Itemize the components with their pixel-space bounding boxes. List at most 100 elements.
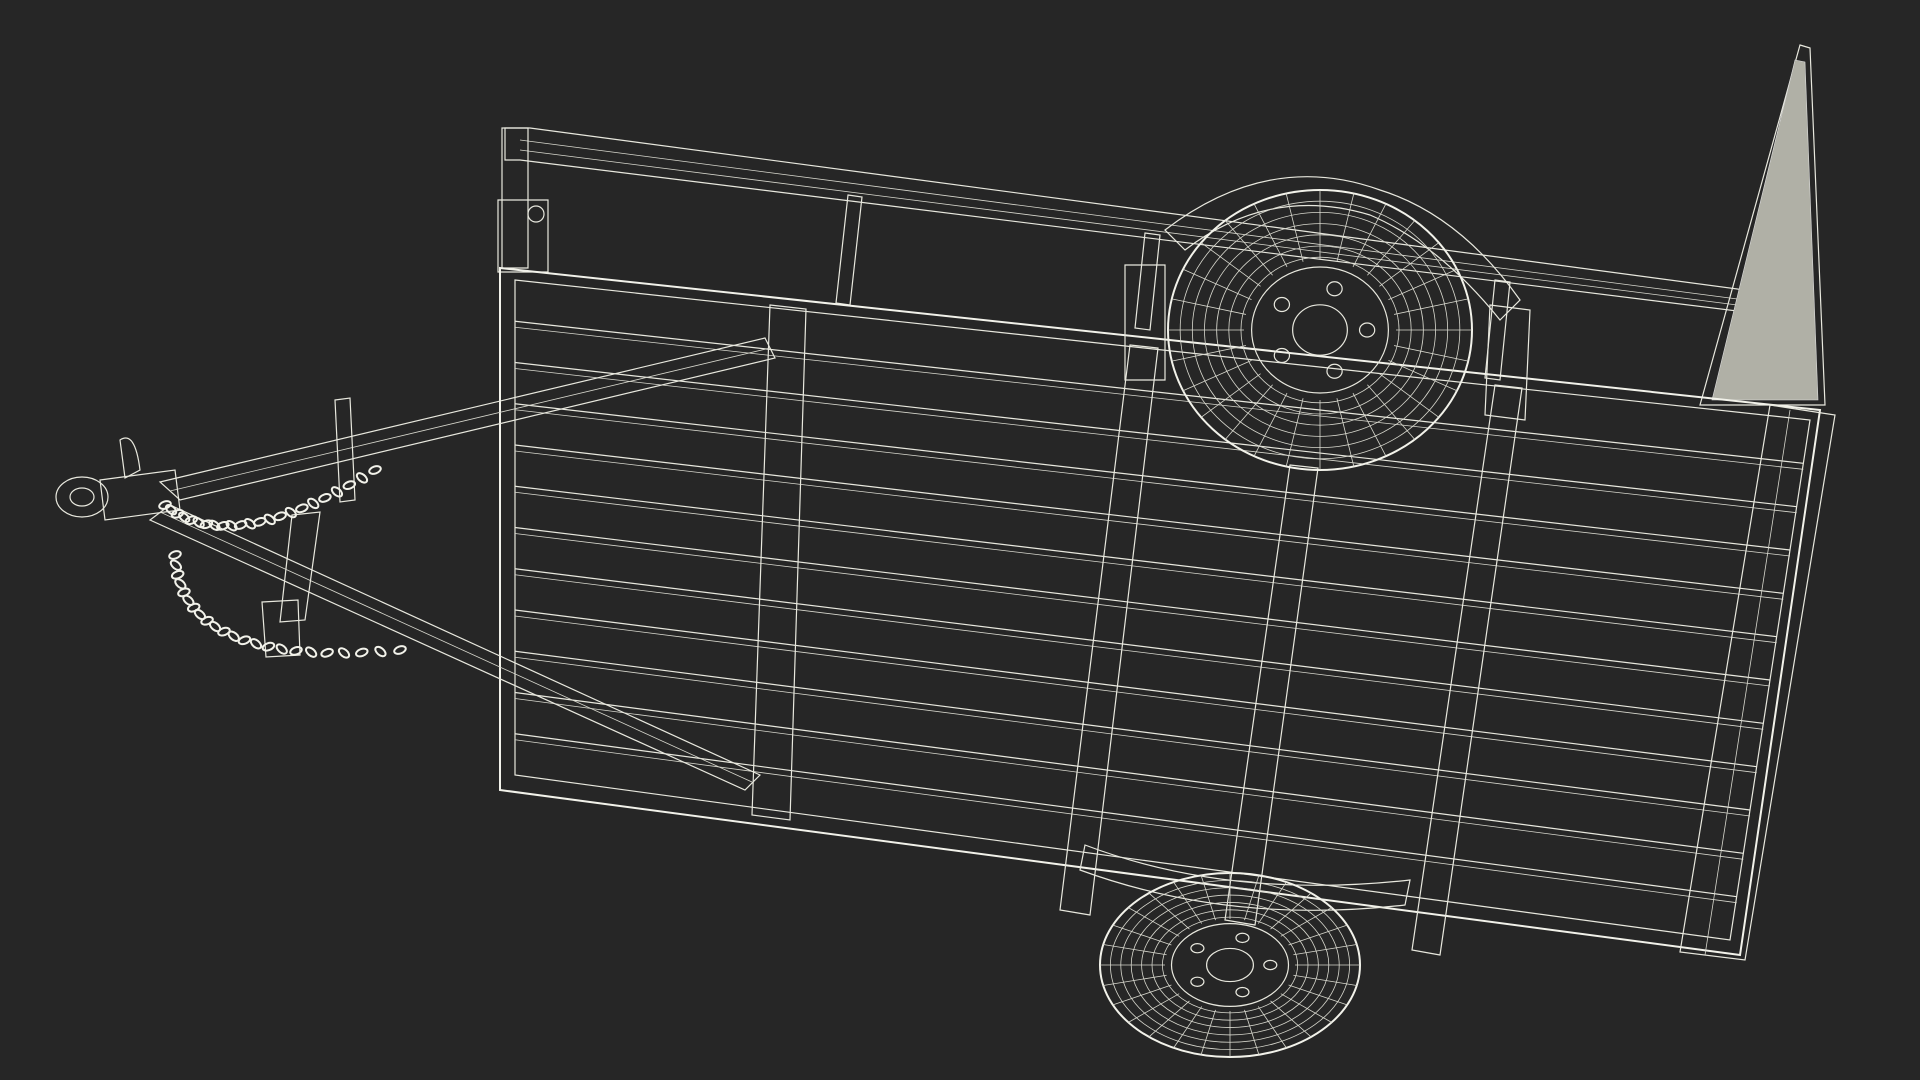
spare-wheel-tread-ring [1228, 245, 1412, 415]
deck-plank-seam [514, 568, 1764, 724]
spare-wheel-tread-line [1182, 360, 1252, 392]
spare-wheel-tread-line [1200, 242, 1261, 287]
spare-wheel-tread-line [1367, 384, 1416, 440]
deck-plank-seam [514, 650, 1751, 811]
spare-wheel-hub [1250, 266, 1389, 394]
bottom-wheel-tread-ring [1151, 909, 1309, 1021]
spare-wheel-tread-line [1379, 373, 1440, 418]
tailgate-ramp [1699, 44, 1826, 406]
chain-upper-link [355, 472, 369, 484]
chain-upper-link [318, 493, 332, 503]
bottom-wheel [1099, 872, 1361, 1058]
deck-plank-seam [514, 609, 1757, 768]
spare-wheel-tread-line [1200, 373, 1261, 418]
bottom-wheel-tread-line [1280, 907, 1332, 937]
bottom-wheel-lug-hole [1190, 976, 1205, 987]
spare-wheel-lug-hole [1358, 322, 1376, 338]
chain-lower-link [320, 647, 334, 658]
bottom-wheel-tread-line [1148, 1000, 1190, 1038]
chain-lower-link [275, 643, 288, 655]
deck-plank-edge [514, 656, 1751, 817]
spare-wheel-tread-line [1388, 268, 1458, 300]
spare-wheel-tread-ring [1216, 234, 1424, 426]
chain-upper-link [225, 520, 238, 532]
deck-plank-seam [514, 361, 1797, 508]
bottom-wheel-tread-line [1173, 1006, 1203, 1049]
chain-lower-link [200, 615, 214, 626]
spare-wheel-tread-line [1379, 242, 1440, 287]
bottom-wheel-tread-line [1270, 892, 1312, 930]
bottom-wheel-tread-line [1280, 993, 1332, 1023]
bottom-wheel-tread-line [1128, 907, 1180, 937]
safety-chains [158, 465, 407, 659]
spare-wheel-lug-hole [1273, 347, 1291, 364]
chain-upper-link [330, 486, 344, 498]
deck-plank-edge [514, 409, 1791, 557]
spare-wheel-tread-line [1182, 268, 1252, 300]
chain-lower-link [289, 645, 303, 656]
chain-lower-link [337, 647, 351, 659]
deck-planks [514, 320, 1804, 904]
spare-wheel-tread-line [1224, 384, 1273, 440]
render-viewport [0, 0, 1920, 1080]
rear-frame [1679, 404, 1836, 961]
spare-wheel-tread-line [1253, 392, 1288, 457]
tongue-a-frame [148, 337, 776, 791]
chain-lower-link [355, 647, 369, 658]
bottom-wheel-tread-line [1173, 881, 1203, 924]
deck-plank-seam [514, 526, 1771, 681]
chain-lower-link [393, 645, 407, 655]
deck-plank-seam [514, 444, 1784, 594]
deck-plank-seam [514, 403, 1791, 551]
spare-wheel-lug-hole [1326, 363, 1343, 379]
spare-wheel-tread-line [1253, 203, 1288, 268]
deck-plank-seam [514, 733, 1737, 898]
spare-wheel-lug-hole [1273, 296, 1291, 313]
chain-upper-link [368, 465, 382, 475]
chain-lower-link [169, 559, 183, 571]
deck-plank-edge [514, 491, 1777, 644]
bottom-wheel-tread-line [1128, 993, 1180, 1023]
deck-plank-edge [514, 574, 1764, 730]
bottom-wheel-tread-line [1257, 881, 1287, 924]
bottom-wheel-tread-line [1257, 1006, 1287, 1049]
bottom-wheel-lug-hole [1235, 932, 1250, 944]
jack-stand [261, 397, 356, 658]
deck-plank-edge [514, 615, 1757, 774]
bottom-wheel-lug-hole [1190, 943, 1205, 954]
spare-wheel-tread-line [1367, 220, 1416, 276]
deck-plank-edge [514, 450, 1784, 600]
chain-upper-link [273, 511, 287, 522]
chain-upper-link [170, 508, 185, 519]
trailer-bed [499, 266, 1822, 957]
bottom-wheel-tread-line [1288, 984, 1348, 1006]
deck-plank-seam [514, 485, 1777, 638]
chain-upper-link [295, 503, 309, 514]
chain-lower-link [249, 638, 263, 650]
chain-lower-link [374, 645, 387, 658]
bottom-wheel-lug-hole [1235, 986, 1250, 998]
chain-lower-link [237, 635, 252, 646]
spare-wheel-tread-line [1352, 203, 1387, 268]
spare-wheel-tread-ring [1240, 256, 1400, 404]
bottom-wheel-hub-cap [1205, 947, 1254, 983]
chain-lower-link [304, 646, 318, 658]
spare-wheel-tread-line [1352, 392, 1387, 457]
deck-plank-edge [514, 533, 1771, 687]
chain-lower-link [261, 641, 276, 652]
bottom-wheel-lug-hole [1263, 959, 1278, 971]
bottom-wheel-tread-line [1270, 1000, 1312, 1038]
bottom-fender [1079, 844, 1411, 911]
deck-plank-edge [514, 368, 1797, 514]
bottom-wheel-hub [1170, 922, 1290, 1007]
deck-plank-edge [514, 698, 1744, 860]
spare-wheel-lug-hole [1326, 281, 1343, 297]
bottom-wheel-tread-line [1288, 924, 1348, 946]
deck-plank-edge [514, 739, 1737, 904]
spare-wheel-hub-cap [1292, 304, 1348, 356]
deck-plank-seam [514, 691, 1744, 854]
chain-lower-link [168, 550, 182, 560]
trailer-render [55, 44, 1836, 1058]
bottom-wheel-tread-line [1112, 924, 1172, 946]
deck-plank-seam [514, 320, 1804, 464]
